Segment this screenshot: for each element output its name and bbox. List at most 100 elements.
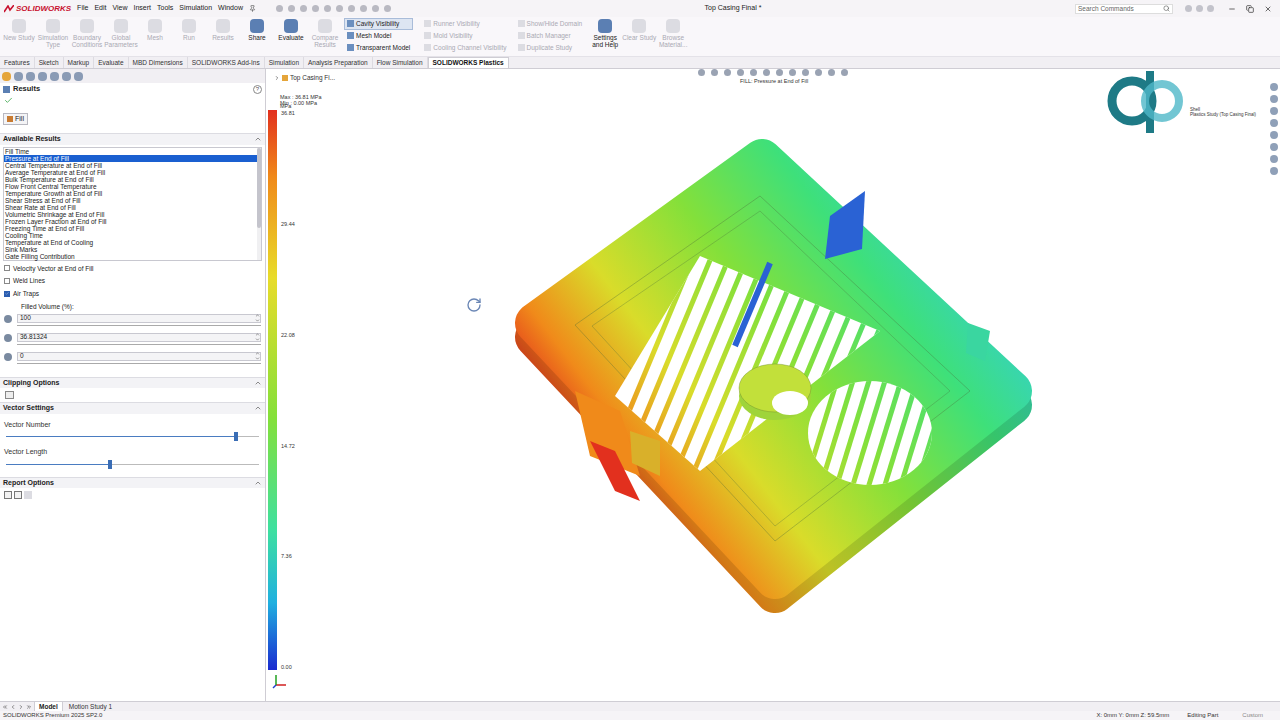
menu-item[interactable]: Tools	[157, 3, 173, 14]
ribbon-button[interactable]: Mesh	[138, 17, 172, 41]
command-tab[interactable]: Markup	[64, 57, 95, 68]
toggle-button[interactable]: Transparent Model	[344, 42, 413, 54]
ribbon-button[interactable]: Settings and Help	[588, 17, 622, 48]
view-tool-icon[interactable]	[711, 69, 718, 76]
help-button[interactable]: ?	[253, 85, 262, 94]
toggle-button[interactable]: Runner Visibility	[421, 18, 509, 30]
clipping-icon[interactable]	[5, 391, 14, 399]
view-tool-icon[interactable]	[815, 69, 822, 76]
toggle-button[interactable]: Mesh Model	[344, 30, 413, 42]
checkbox[interactable]	[4, 278, 10, 284]
part-model[interactable]	[266, 69, 1280, 701]
command-tab[interactable]: Flow Simulation	[373, 57, 428, 68]
bottom-tab[interactable]: Motion Study 1	[65, 702, 116, 712]
prev-tab-icon[interactable]	[10, 704, 16, 710]
menu-item[interactable]: Simulation	[179, 3, 212, 14]
quick-access-icon[interactable]	[288, 5, 295, 12]
results-list-item[interactable]: Frozen Layer Fraction at End of Fill	[4, 218, 257, 225]
results-list-item[interactable]: Cooling Time	[4, 232, 257, 239]
collapse-icon[interactable]	[254, 479, 262, 487]
command-tab[interactable]: MBD Dimensions	[129, 57, 188, 68]
ribbon-button[interactable]: Compare Results	[308, 17, 342, 48]
small-button[interactable]: Duplicate Study	[518, 42, 583, 53]
spin-down-icon[interactable]	[255, 318, 260, 323]
command-tab[interactable]: Evaluate	[94, 57, 128, 68]
report-icon[interactable]	[24, 491, 32, 499]
expand-icon[interactable]	[274, 75, 280, 81]
task-pane-icon[interactable]	[1270, 83, 1278, 91]
toggle-button[interactable]: Mold Visibility	[421, 30, 509, 42]
checkbox[interactable]	[4, 291, 10, 297]
quick-access-icon[interactable]	[276, 5, 283, 12]
result-tab[interactable]: Fill	[3, 113, 28, 126]
ribbon-button[interactable]: Evaluate	[274, 17, 308, 41]
menu-item[interactable]: Edit	[94, 3, 106, 14]
quick-access-icon[interactable]	[312, 5, 319, 12]
ribbon-button[interactable]: Clear Study	[622, 17, 656, 48]
results-list-item[interactable]: Average Temperature at End of Fill	[4, 169, 257, 176]
task-pane-icon[interactable]	[1270, 131, 1278, 139]
task-pane-icon[interactable]	[1270, 167, 1278, 175]
quick-access-icon[interactable]	[348, 5, 355, 12]
results-list-item[interactable]: Sink Marks	[4, 246, 257, 253]
app-logo[interactable]: SOLIDWORKS	[4, 3, 71, 15]
ribbon-button[interactable]: Run	[172, 17, 206, 41]
task-pane-icon[interactable]	[1270, 119, 1278, 127]
toggle-button[interactable]: Cavity Visibility	[344, 18, 413, 30]
last-tab-icon[interactable]	[26, 704, 32, 710]
manager-tab-icon[interactable]	[62, 72, 71, 81]
quick-access-icon[interactable]	[372, 5, 379, 12]
view-tool-icon[interactable]	[763, 69, 770, 76]
ribbon-button[interactable]: Share	[240, 17, 274, 41]
view-tool-icon[interactable]	[776, 69, 783, 76]
view-tool-icon[interactable]	[724, 69, 731, 76]
command-tab[interactable]: SOLIDWORKS Add-Ins	[188, 57, 265, 68]
filled-volume-input[interactable]: 36.81324	[17, 333, 261, 342]
list-scrollbar[interactable]	[257, 148, 261, 260]
results-list-item[interactable]: Gate Filling Contribution	[4, 253, 257, 260]
toolbar-icon[interactable]	[1207, 5, 1214, 12]
checkbox[interactable]	[4, 265, 10, 271]
ribbon-button[interactable]: Simulation Type	[36, 17, 70, 48]
view-tool-icon[interactable]	[828, 69, 835, 76]
results-list-item[interactable]: Freezing Time at End of Fill	[4, 225, 257, 232]
ribbon-button[interactable]: Results	[206, 17, 240, 41]
toolbar-icon[interactable]	[1196, 5, 1203, 12]
menu-item[interactable]: File	[77, 3, 88, 14]
small-button[interactable]: Batch Manager	[518, 30, 583, 41]
view-tool-icon[interactable]	[841, 69, 848, 76]
ribbon-button[interactable]: Boundary Conditions	[70, 17, 104, 48]
section-header[interactable]: Report Options	[0, 477, 265, 489]
field-slider-track[interactable]	[17, 363, 261, 364]
spin-up-icon[interactable]	[255, 351, 260, 356]
ribbon-button[interactable]: Browse Material...	[656, 17, 690, 48]
command-tab[interactable]: Features	[0, 57, 35, 68]
results-list-item[interactable]: Shear Stress at End of Fill	[4, 197, 257, 204]
view-tool-icon[interactable]	[698, 69, 705, 76]
manager-tab-icon[interactable]	[74, 72, 83, 81]
results-list-item[interactable]: Fill Time	[4, 148, 257, 155]
next-tab-icon[interactable]	[18, 704, 24, 710]
minimize-icon[interactable]	[1228, 5, 1236, 13]
menu-item[interactable]: Window	[218, 3, 243, 14]
slider[interactable]	[6, 436, 259, 437]
quick-access-icon[interactable]	[300, 5, 307, 12]
restore-icon[interactable]	[1246, 5, 1254, 13]
section-header[interactable]: Clipping Options	[0, 377, 265, 389]
results-list-item[interactable]: Volumetric Shrinkage at End of Fill	[4, 211, 257, 218]
feature-tree-root[interactable]: Top Casing Fi...	[274, 73, 335, 83]
task-pane-icon[interactable]	[1270, 155, 1278, 163]
manager-tab-icon[interactable]	[26, 72, 35, 81]
quick-access-icon[interactable]	[360, 5, 367, 12]
graphics-area[interactable]: Top Casing Fi...FILL: Pressure at End of…	[266, 69, 1280, 701]
command-tab[interactable]: Simulation	[265, 57, 304, 68]
command-tab[interactable]: Analysis Preparation	[304, 57, 373, 68]
spin-down-icon[interactable]	[255, 337, 260, 342]
first-tab-icon[interactable]	[2, 704, 8, 710]
spin-up-icon[interactable]	[255, 313, 260, 318]
results-list-item[interactable]: Temperature Growth at End of Fill	[4, 190, 257, 197]
manager-tab-icon[interactable]	[2, 72, 11, 81]
field-slider-track[interactable]	[17, 325, 261, 326]
slider[interactable]	[6, 464, 259, 465]
results-list-item[interactable]: Flow Front Central Temperature	[4, 183, 257, 190]
